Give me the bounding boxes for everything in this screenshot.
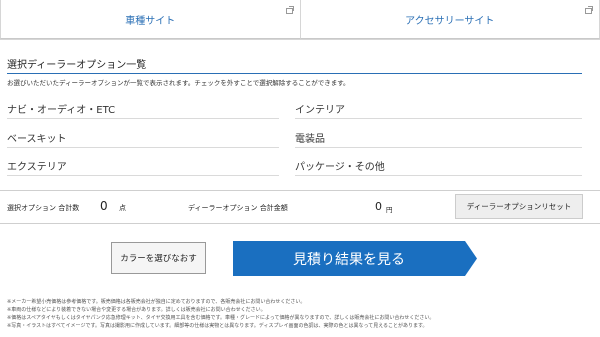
external-link-icon (285, 6, 294, 14)
view-estimate-label: 見積り結果を見る (293, 251, 405, 268)
section-description: お選びいただいたディーラーオプションが一覧で表示されます。チェックを外すことで選… (7, 73, 582, 87)
option-total-unit: 円 (386, 206, 393, 214)
note-line: ※写真・イラストはすべてイメージです。写真は撮影用に作成しています。細部等の仕様… (7, 323, 428, 329)
category-package-other[interactable]: パッケージ・その他 (295, 158, 582, 176)
reset-dealer-options-button[interactable]: ディーラーオプションリセット (455, 194, 583, 219)
tab-accessory-site-label: アクセサリーサイト (405, 15, 495, 27)
note-line: ※価格はスペアタイヤもしくはタイヤパンク応急修理キット、タイヤ交換用工具を含む価… (7, 315, 435, 321)
category-navi-audio-etc[interactable]: ナビ・オーディオ・ETC (7, 101, 279, 119)
site-tabs: 車種サイト アクセサリーサイト (0, 0, 600, 40)
category-electrical[interactable]: 電装品 (295, 130, 582, 148)
tab-vehicle-site-label: 車種サイト (125, 15, 176, 27)
option-count-value: 0 (100, 199, 108, 213)
option-count-unit: 点 (119, 204, 126, 212)
note-line: ※車両の仕様などにより装着できない場合や変更する場合があります。詳しくは販売会社… (7, 307, 266, 313)
tab-vehicle-site[interactable]: 車種サイト (0, 0, 301, 39)
category-base-kit[interactable]: ベースキット (7, 130, 279, 148)
disclaimer-notes: ※メーカー希望小売価格は参考価格です。販売価格は各販売会社が独自に定めております… (7, 298, 593, 330)
reselect-color-button[interactable]: カラーを選びなおす (111, 242, 206, 274)
view-estimate-button[interactable]: 見積り結果を見る (233, 241, 477, 276)
note-line: ※メーカー希望小売価格は参考価格です。販売価格は各販売会社が独自に定めております… (7, 299, 306, 305)
category-interior[interactable]: インテリア (295, 101, 582, 119)
option-total-label: ディーラーオプション 合計金額 (188, 204, 288, 212)
section-title: 選択ディーラーオプション一覧 (7, 60, 147, 71)
option-total-value: 0 (375, 200, 382, 213)
external-link-icon (585, 6, 593, 14)
category-exterior[interactable]: エクステリア (7, 158, 279, 176)
tab-accessory-site[interactable]: アクセサリーサイト (300, 0, 600, 39)
option-count-label: 選択オプション 合計数 (7, 204, 80, 212)
